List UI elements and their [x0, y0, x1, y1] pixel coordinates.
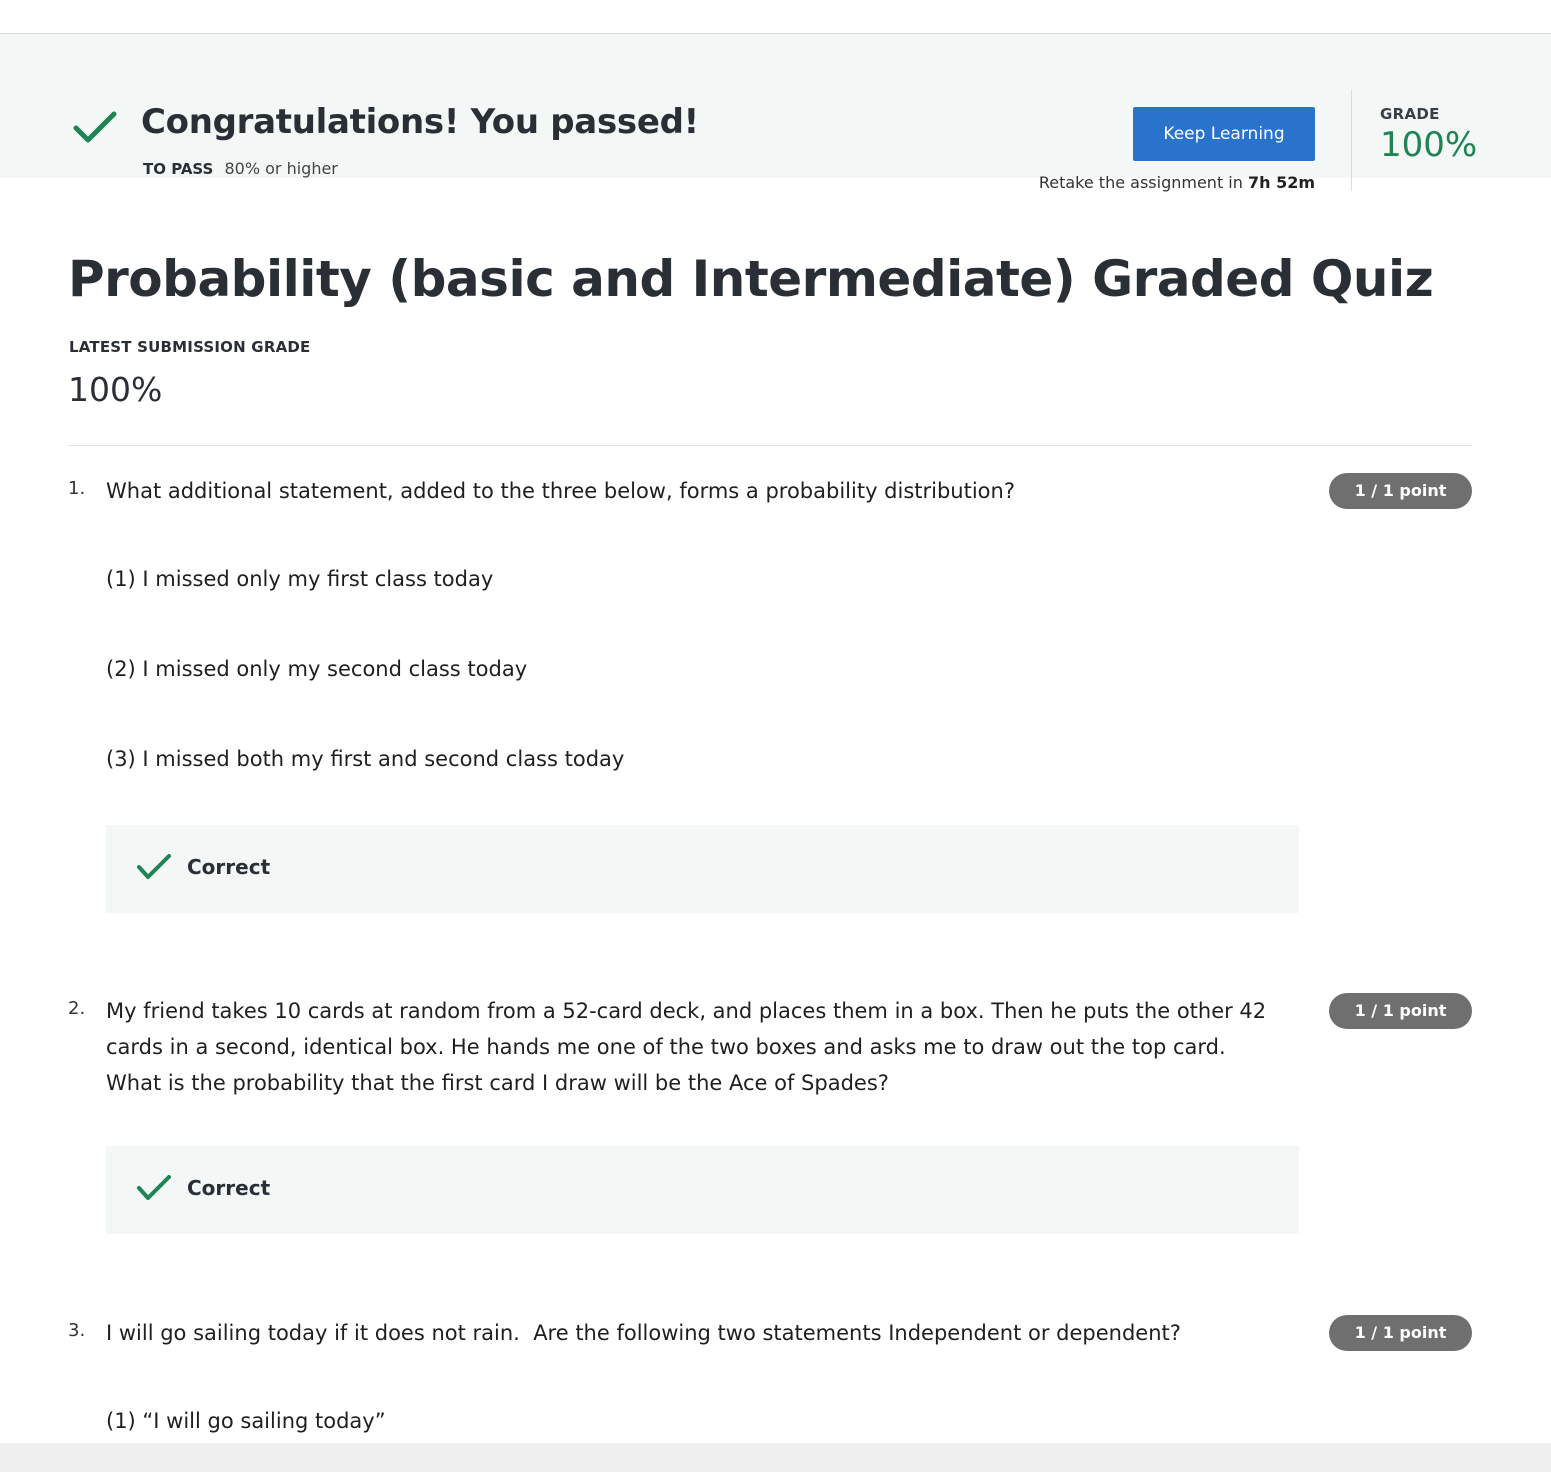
retake-text: Retake the assignment in 7h 52m — [1039, 173, 1315, 192]
retake-time: 7h 52m — [1247, 173, 1315, 192]
top-strip — [0, 0, 1551, 34]
question-option: (1) I missed only my first class today — [106, 567, 494, 591]
latest-submission-value: 100% — [68, 370, 163, 409]
feedback-correct: Correct — [106, 1146, 1299, 1234]
grade-label: GRADE — [1380, 105, 1440, 123]
question-text: I will go sailing today if it does not r… — [106, 1321, 1181, 1345]
feedback-text: Correct — [187, 855, 271, 879]
result-banner: Congratulations! You passed! TO PASS 80%… — [0, 34, 1551, 192]
question-option: (2) I missed only my second class today — [106, 657, 528, 681]
feedback-correct: Correct — [106, 825, 1299, 913]
check-icon — [137, 854, 171, 879]
question-option: (1) “I will go sailing today” — [106, 1409, 386, 1433]
feedback-text: Correct — [187, 1176, 271, 1200]
to-pass-value: 80% or higher — [224, 159, 338, 178]
question-number: 3. — [68, 1320, 86, 1341]
points-badge: 1 / 1 point — [1329, 1315, 1472, 1351]
question-number: 2. — [68, 998, 86, 1019]
quiz-title: Probability (basic and Intermediate) Gra… — [68, 250, 1434, 308]
banner-title: Congratulations! You passed! — [141, 102, 699, 142]
divider — [68, 445, 1472, 446]
retake-prefix: Retake the assignment in — [1038, 173, 1248, 192]
to-pass-label: TO PASS — [143, 160, 214, 178]
to-pass-row: TO PASS 80% or higher — [143, 159, 338, 178]
question-option: (3) I missed both my first and second cl… — [106, 747, 625, 771]
keep-learning-button[interactable]: Keep Learning — [1133, 107, 1315, 161]
points-badge: 1 / 1 point — [1329, 473, 1472, 509]
banner-divider — [1351, 89, 1352, 191]
check-icon — [73, 111, 117, 143]
check-icon — [137, 1175, 171, 1200]
question-text: What additional statement, added to the … — [106, 479, 1015, 503]
grade-value: 100% — [1380, 125, 1478, 165]
bottom-bar — [0, 1443, 1551, 1472]
question-text: My friend takes 10 cards at random from … — [106, 999, 1267, 1095]
points-badge: 1 / 1 point — [1329, 993, 1472, 1029]
latest-submission-label: LATEST SUBMISSION GRADE — [69, 338, 311, 356]
question-number: 1. — [68, 478, 86, 499]
